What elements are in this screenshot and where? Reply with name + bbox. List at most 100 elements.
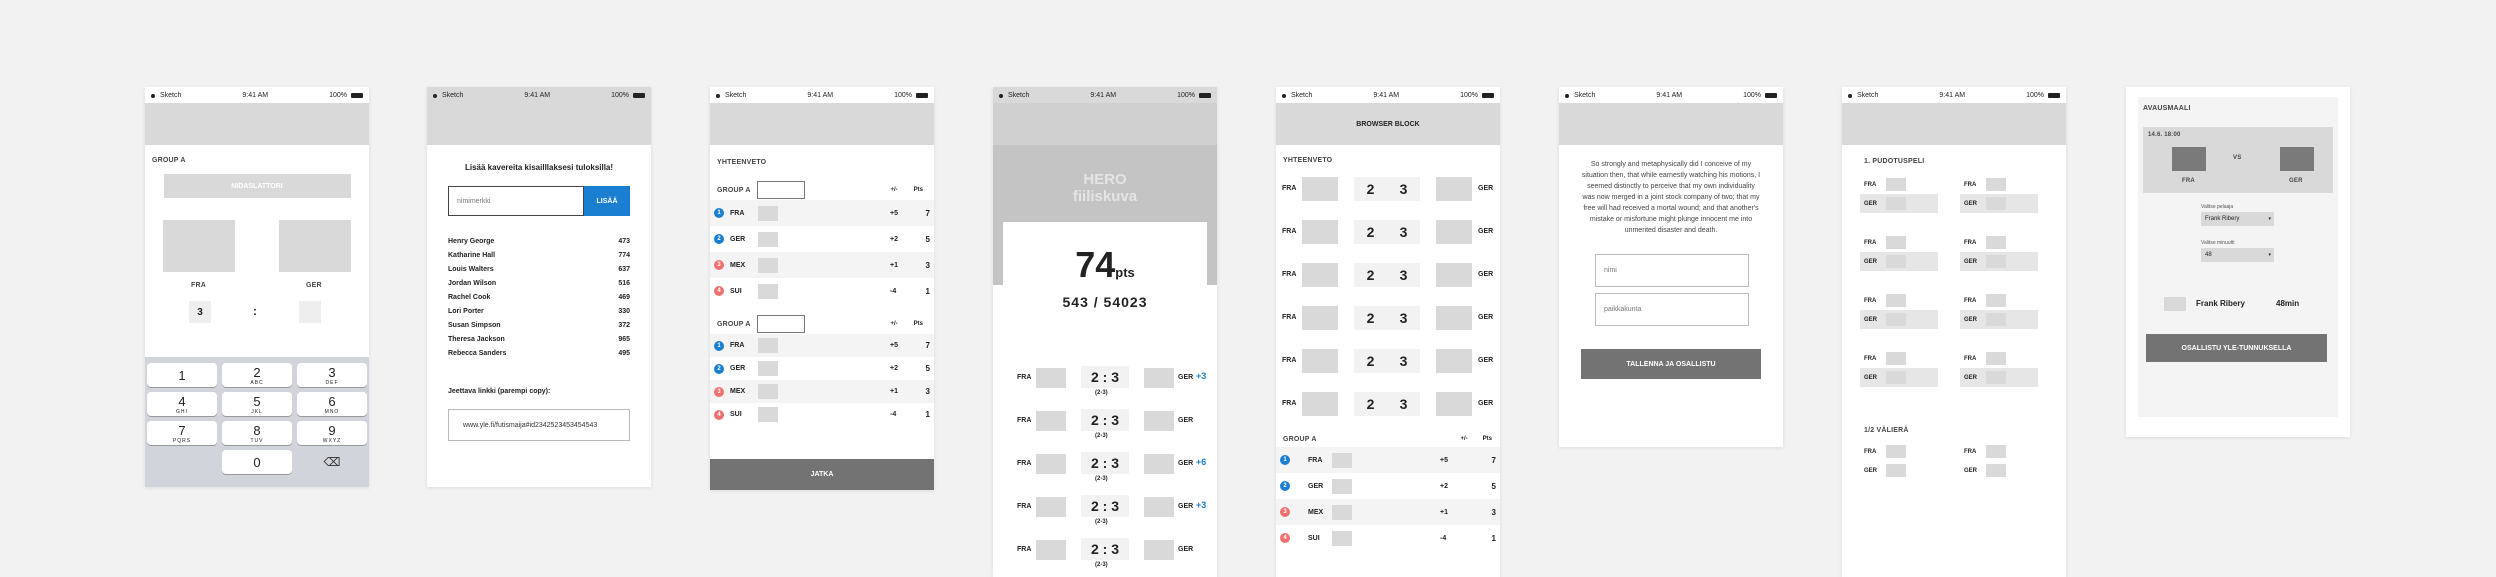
page-title: Lisää kavereita kisailllaksesi tuloksill… xyxy=(464,163,614,172)
minute-select[interactable]: 48 ▾ xyxy=(2201,248,2274,262)
vs-label: VS xyxy=(2233,155,2242,161)
predict-button[interactable]: NIDASLATTORI xyxy=(163,174,351,198)
team2-flag xyxy=(1144,540,1174,560)
friends-list: Henry George 473 Katharine Hall 774 Louis Wa… xyxy=(448,238,630,364)
team1-flag xyxy=(1302,306,1338,330)
team-flag[interactable] xyxy=(1886,445,1906,458)
team-flag[interactable] xyxy=(1986,255,2006,268)
bonus-points: +3 xyxy=(1196,500,1207,510)
team-flag[interactable] xyxy=(1886,294,1906,307)
score-input[interactable]: 23 xyxy=(1354,306,1420,330)
body-text: So strongly and metaphysically did I con… xyxy=(1581,161,1761,234)
score1-input[interactable]: 3 xyxy=(189,301,211,323)
key-4[interactable]: 4 GHI xyxy=(147,392,217,416)
key-7[interactable]: 7 PQRS xyxy=(147,421,217,445)
browser-block: BROWSER BLOCK xyxy=(1276,103,1500,145)
team-flag[interactable] xyxy=(1986,352,2006,365)
team1-flag xyxy=(1036,540,1066,560)
team-flag[interactable] xyxy=(1986,445,2006,458)
team2-flag xyxy=(1144,497,1174,517)
team-flag[interactable] xyxy=(1886,352,1906,365)
screen-browser-summary: Sketch 9:41 AM 100% BROWSER BLOCK YHTEENVE… xyxy=(1276,87,1500,577)
key-3[interactable]: 3 DEF xyxy=(297,363,367,387)
share-url-field[interactable]: www.yle.fi/futismaija#id2342523453454543 xyxy=(448,409,630,441)
score-card: 74pts 543 / 54023 xyxy=(1003,222,1207,352)
team1-flag xyxy=(1036,368,1066,388)
team-flag xyxy=(758,361,778,376)
team-flag[interactable] xyxy=(1886,236,1906,249)
team-flag[interactable] xyxy=(1986,236,2006,249)
team-flag xyxy=(758,205,778,221)
friend-row: Susan Simpson 372 xyxy=(448,322,630,329)
group-input[interactable] xyxy=(756,315,805,333)
team-flag[interactable] xyxy=(1986,197,2006,210)
continue-button[interactable]: JATKA xyxy=(710,459,934,490)
battery-icon xyxy=(1482,92,1494,98)
friend-row: Lori Porter 330 xyxy=(448,308,630,315)
team1-flag xyxy=(1036,411,1066,431)
team-flag xyxy=(758,407,778,422)
add-button[interactable]: LISÄÄ xyxy=(584,186,630,216)
key-8[interactable]: 8 TUV xyxy=(222,421,292,445)
team-flag[interactable] xyxy=(1986,464,2006,477)
nickname-input[interactable]: nimimerkki xyxy=(448,186,584,216)
save-participate-button[interactable]: TALLENNA JA OSALLISTU xyxy=(1581,349,1761,379)
team-flag xyxy=(1332,530,1352,546)
team-flag[interactable] xyxy=(1986,294,2006,307)
team1-flag xyxy=(1302,220,1338,244)
team2-flag xyxy=(1436,306,1472,330)
bracket-match: FRA GER xyxy=(1960,291,2038,329)
team-flag[interactable] xyxy=(1886,197,1906,210)
score-input[interactable]: 23 xyxy=(1354,263,1420,287)
friend-row: Jordan Wilson 516 xyxy=(448,280,630,287)
key-6[interactable]: 6 MNO xyxy=(297,392,367,416)
table-row: 1 FRA +5 7 xyxy=(710,200,934,226)
team-flag[interactable] xyxy=(1886,464,1906,477)
team-flag xyxy=(1332,478,1352,494)
name-input[interactable]: nimi xyxy=(1595,254,1749,287)
team-flag[interactable] xyxy=(1886,178,1906,191)
player-select[interactable]: Frank Ribery ▾ xyxy=(2201,212,2274,226)
section-title: YHTEENVETO xyxy=(1283,157,1333,164)
section-title: YHTEENVETO xyxy=(717,159,767,166)
score-input[interactable]: 23 xyxy=(1354,392,1420,416)
key-5[interactable]: 5 JKL xyxy=(222,392,292,416)
rank-text: 543 / 54023 xyxy=(1062,294,1148,310)
team1-flag xyxy=(1302,263,1338,287)
round2-title: 1/2 VÄLIERÄ xyxy=(1864,427,1909,434)
numeric-keypad: 1 2 ABC 3 DEF 4 GHI 5 JKL 6 MNO 7 PQRS 8 TUV 9 WXYZ 0 ⌫ xyxy=(145,357,369,487)
bonus-points: +3 xyxy=(1196,371,1207,381)
team-flag xyxy=(758,231,778,247)
score-input[interactable]: 23 xyxy=(1354,220,1420,244)
key-1[interactable]: 1 xyxy=(147,363,217,387)
delete-icon[interactable]: ⌫ xyxy=(297,450,367,474)
team2-flag xyxy=(2280,147,2314,171)
team-flag[interactable] xyxy=(1886,371,1906,384)
score-input[interactable]: 23 xyxy=(1354,349,1420,373)
group-input[interactable] xyxy=(756,181,805,199)
score-input[interactable]: 23 xyxy=(1354,177,1420,201)
team-flag[interactable] xyxy=(1986,313,2006,326)
team-flag xyxy=(1332,504,1352,520)
key-2[interactable]: 2 ABC xyxy=(222,363,292,387)
screen-group-predict: Sketch 9:41 AM 100% GROUP A NIDASLATTORI F… xyxy=(145,87,369,487)
chevron-down-icon: ▾ xyxy=(2268,252,2271,258)
team-flag[interactable] xyxy=(1886,313,1906,326)
chevron-down-icon: ▾ xyxy=(2268,216,2271,222)
team-flag[interactable] xyxy=(1986,178,2006,191)
team2-label: GER xyxy=(306,282,322,289)
key-9[interactable]: 9 WXYZ xyxy=(297,421,367,445)
team-flag[interactable] xyxy=(1886,255,1906,268)
match-row: FRA 2 : 3 (2-3) GER +3 xyxy=(993,491,1217,534)
table-row: 4 SUI -4 1 xyxy=(710,278,934,304)
city-input[interactable]: paikkakunta xyxy=(1595,293,1749,326)
key-0[interactable]: 0 xyxy=(222,450,292,474)
team-flag[interactable] xyxy=(1986,371,2006,384)
score2-input[interactable] xyxy=(299,301,321,323)
friend-row: Theresa Jackson 965 xyxy=(448,336,630,343)
participate-yle-button[interactable]: OSALLISTU YLE-TUNNUKSELLA xyxy=(2146,334,2327,362)
round1-title: 1. PUDOTUSPELI xyxy=(1864,158,1925,165)
status-bar: Sketch 9:41 AM 100% xyxy=(427,87,651,103)
match-row: FRA 23 GER xyxy=(1276,215,1500,258)
header-banner xyxy=(993,103,1217,145)
